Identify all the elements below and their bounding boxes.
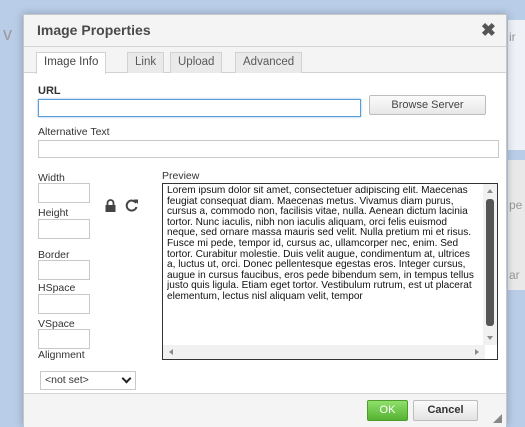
url-label: URL <box>38 85 61 97</box>
tab-link[interactable]: Link <box>127 52 165 73</box>
scroll-left-icon[interactable] <box>169 349 173 355</box>
preview-box[interactable]: Lorem ipsum dolor sit amet, consectetuer… <box>162 183 498 360</box>
height-input[interactable] <box>38 219 90 239</box>
tab-image-info[interactable]: Image Info <box>36 52 107 74</box>
reset-size-icon[interactable] <box>125 198 139 212</box>
ok-button[interactable]: OK <box>367 400 408 421</box>
alt-text-label: Alternative Text <box>38 126 110 138</box>
border-input[interactable] <box>38 260 90 280</box>
scroll-right-icon[interactable] <box>475 349 479 355</box>
chevron-down-icon <box>121 373 132 384</box>
close-icon[interactable]: ✖ <box>481 20 496 41</box>
preview-text: Lorem ipsum dolor sit amet, consectetuer… <box>167 186 474 302</box>
dialog-title: Image Properties <box>37 22 151 38</box>
tab-advanced[interactable]: Advanced <box>235 52 303 73</box>
alt-text-input[interactable] <box>38 140 499 158</box>
background-text-fragment: ar <box>509 268 520 282</box>
preview-label: Preview <box>162 170 200 182</box>
alignment-label: Alignment <box>38 349 85 361</box>
width-input[interactable] <box>38 183 90 203</box>
background-text-fragment: v <box>3 24 12 44</box>
hspace-label: HSpace <box>38 282 76 294</box>
scroll-down-icon[interactable] <box>487 336 493 340</box>
height-label: Height <box>38 207 69 219</box>
alignment-selected-value: <not set> <box>45 374 89 386</box>
background-text-fragment: ir <box>509 30 516 44</box>
cancel-button[interactable]: Cancel <box>413 400 478 421</box>
hspace-input[interactable] <box>38 294 90 314</box>
preview-vertical-scrollbar[interactable] <box>483 184 497 345</box>
image-properties-dialog: Image Properties ✖ Image Info Link Uploa… <box>23 14 507 427</box>
scroll-up-icon[interactable] <box>487 189 493 193</box>
dialog-footer: OK Cancel <box>24 393 506 427</box>
background-page-left <box>0 0 22 426</box>
preview-horizontal-scrollbar[interactable] <box>163 345 485 359</box>
scroll-thumb[interactable] <box>486 199 494 326</box>
resize-handle-icon[interactable] <box>493 414 502 423</box>
tab-bar: Image Info Link Upload Advanced <box>24 47 506 74</box>
alignment-select[interactable]: <not set> <box>40 371 136 390</box>
background-text-fragment: pe <box>509 198 523 212</box>
browse-server-button[interactable]: Browse Server <box>369 95 486 115</box>
vspace-input[interactable] <box>38 329 90 349</box>
dialog-titlebar[interactable]: Image Properties ✖ <box>24 15 506 47</box>
url-input[interactable] <box>38 99 361 117</box>
tab-upload[interactable]: Upload <box>170 52 223 73</box>
lock-icon[interactable] <box>104 199 117 212</box>
